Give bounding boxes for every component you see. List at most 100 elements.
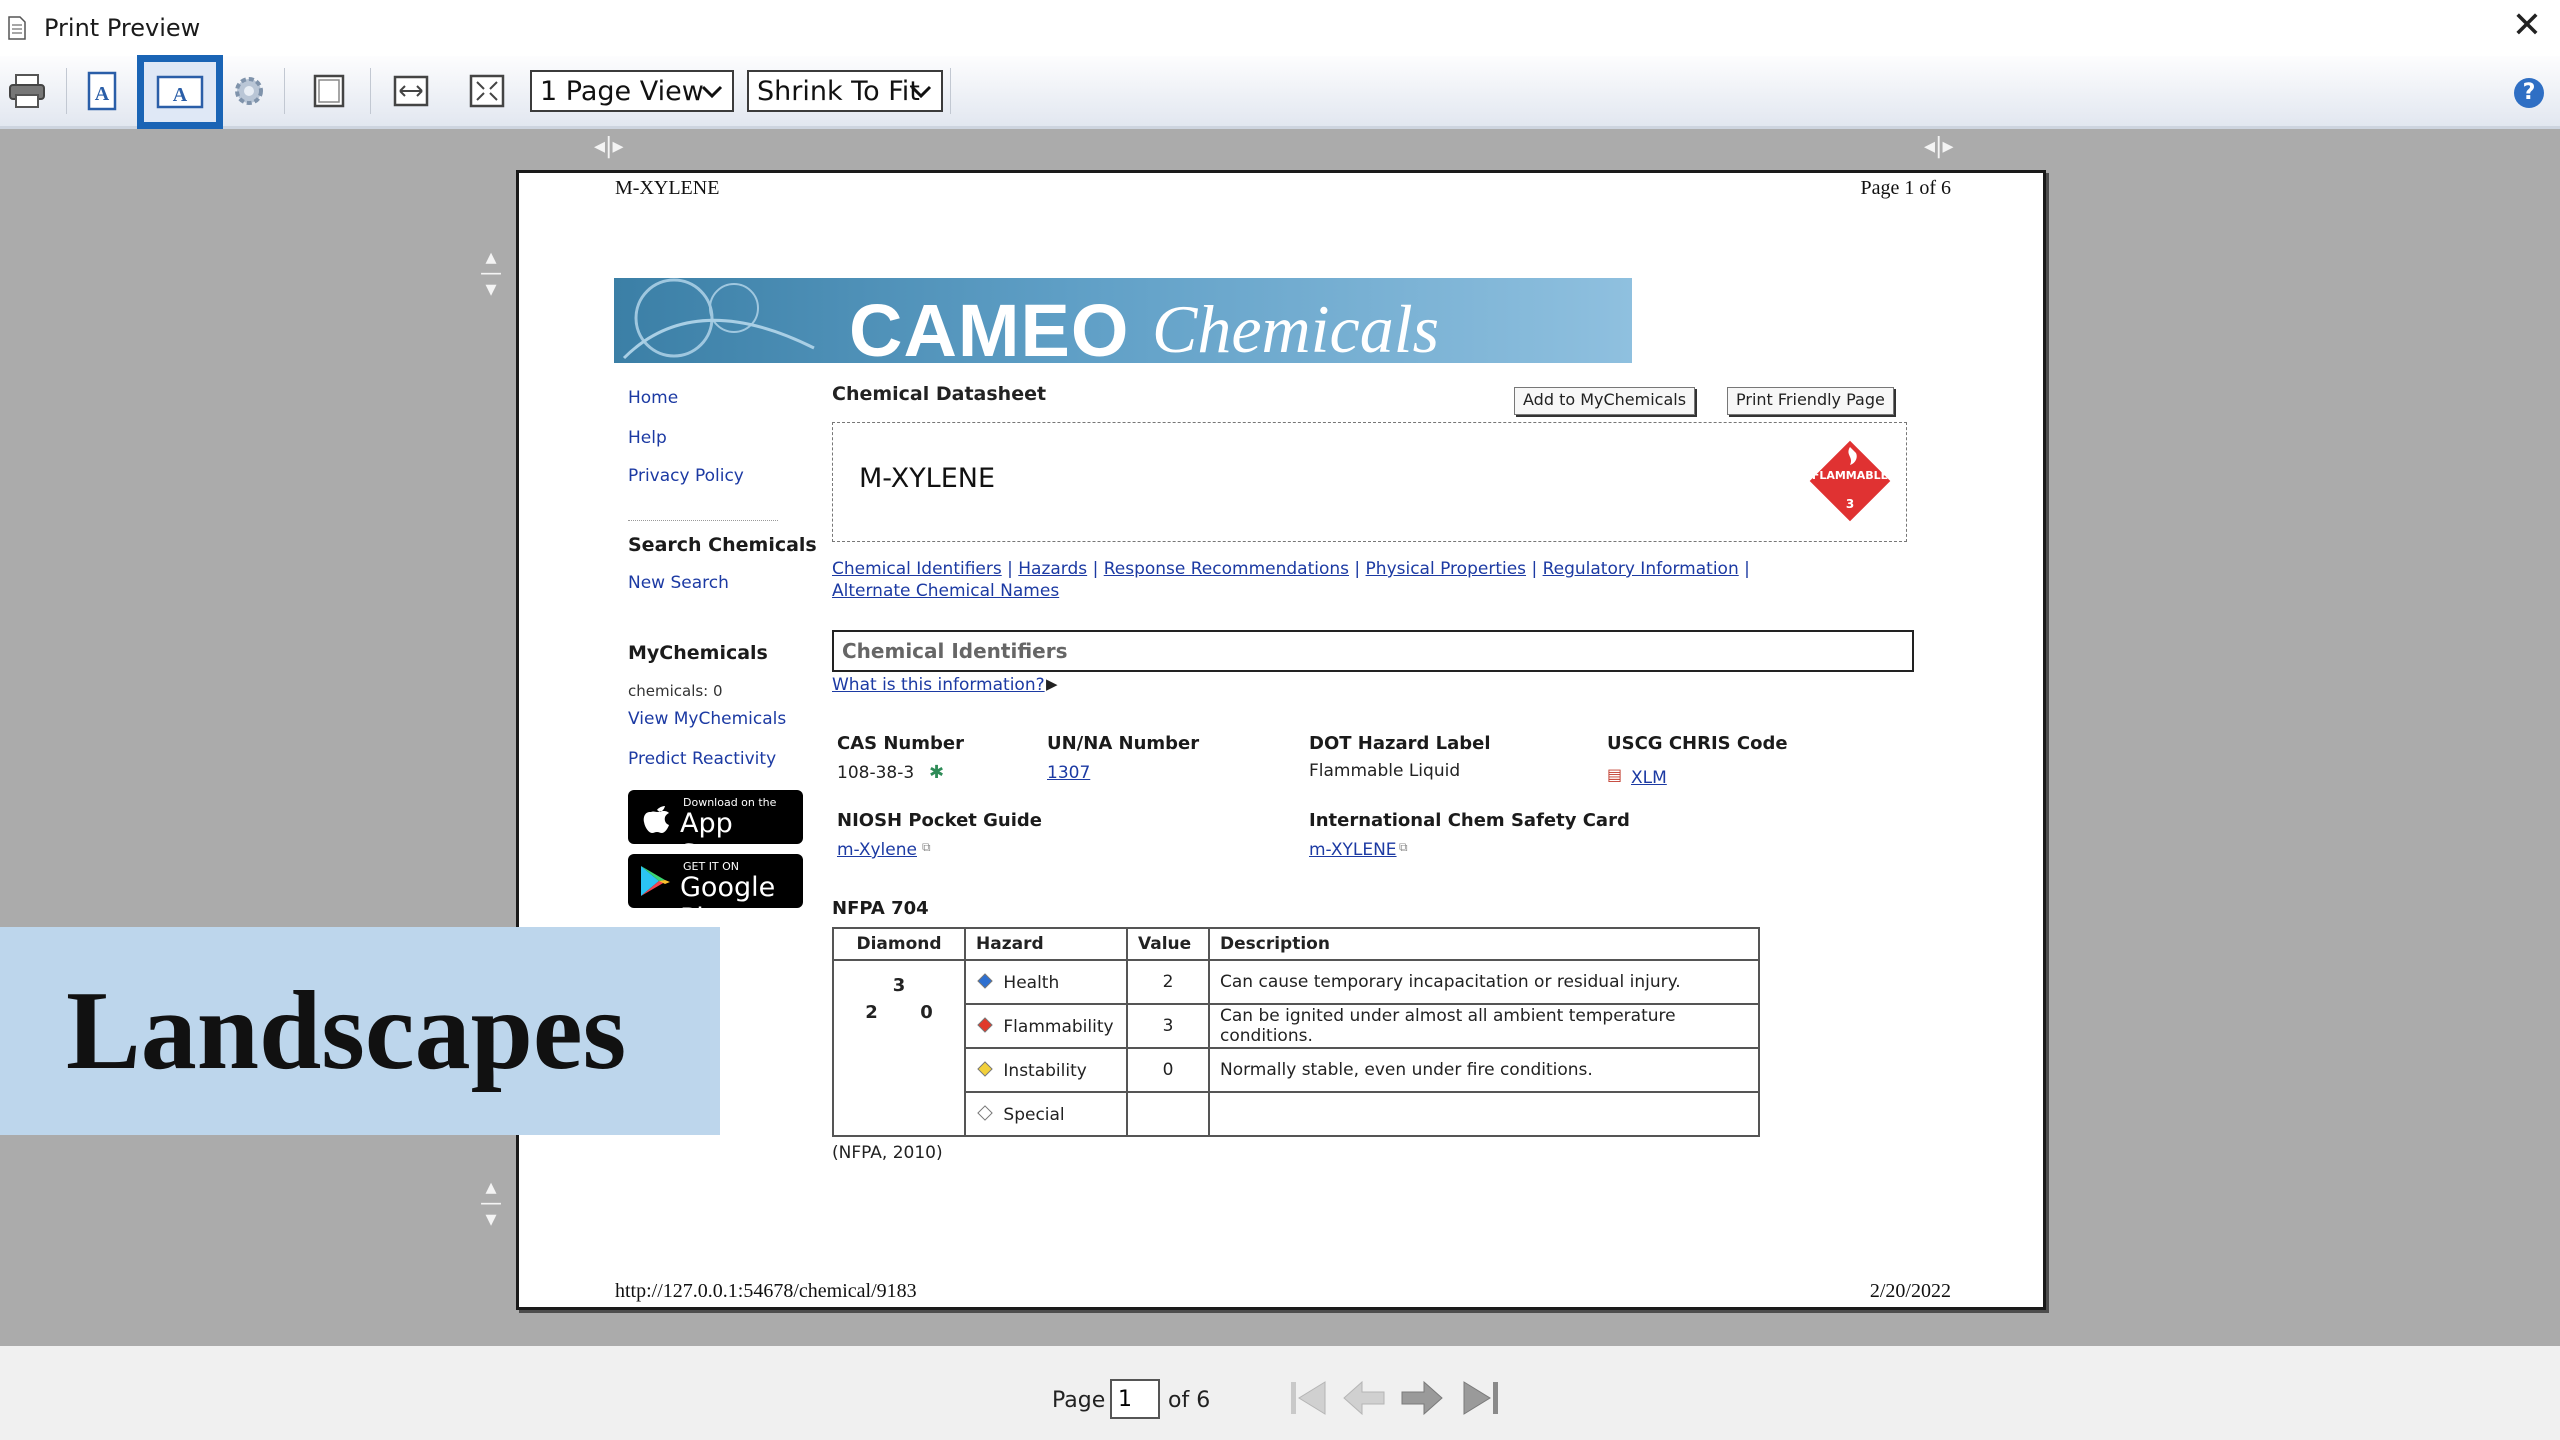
link-regulatory-information[interactable]: Regulatory Information bbox=[1543, 559, 1739, 579]
link-chemical-identifiers[interactable]: Chemical Identifiers bbox=[832, 559, 1002, 579]
special-diamond-icon bbox=[976, 1104, 998, 1125]
link-alternate-chemical-names[interactable]: Alternate Chemical Names bbox=[832, 581, 1059, 601]
left-margin-handle[interactable]: ◂|▸ bbox=[594, 134, 624, 159]
svg-text:A: A bbox=[95, 83, 110, 105]
close-icon[interactable]: ✕ bbox=[2512, 8, 2542, 44]
fit-width-icon bbox=[393, 75, 429, 107]
table-row: Special bbox=[833, 1091, 1760, 1137]
toolbar: A A 1 Page View Shrink To Fit ? bbox=[0, 55, 2560, 129]
external-link-icon: ⧉ bbox=[1399, 840, 1408, 854]
next-page-button[interactable] bbox=[1398, 1376, 1446, 1420]
page-footer-url: http://127.0.0.1:54678/chemical/9183 bbox=[615, 1280, 917, 1302]
top-margin-handle[interactable]: ▴ — ▾ bbox=[480, 247, 502, 301]
first-page-button[interactable] bbox=[1285, 1376, 1333, 1420]
zoom-select[interactable]: Shrink To Fit bbox=[747, 70, 943, 112]
page-number-value: 1 bbox=[1118, 1387, 1132, 1412]
search-chemicals-heading: Search Chemicals bbox=[628, 534, 817, 556]
hazard-cell: Instability bbox=[964, 1047, 1128, 1093]
page-header-number: Page 1 of 6 bbox=[1860, 177, 1951, 199]
chemical-name: M-XYLENE bbox=[859, 463, 996, 494]
fit-width-button[interactable] bbox=[384, 64, 438, 118]
table-header: Description bbox=[1208, 927, 1760, 961]
print-button[interactable] bbox=[0, 64, 54, 118]
window-title: Print Preview bbox=[44, 14, 201, 42]
arrow-right-icon bbox=[1401, 1380, 1443, 1416]
link-separator: | bbox=[1531, 559, 1538, 579]
last-page-icon bbox=[1463, 1381, 1498, 1415]
link-separator: | bbox=[1092, 559, 1099, 579]
hazard-value: 3 bbox=[1126, 1003, 1210, 1049]
google-play-icon bbox=[641, 866, 670, 896]
hazard-name: Special bbox=[1003, 1104, 1065, 1125]
link-physical-properties[interactable]: Physical Properties bbox=[1366, 559, 1526, 579]
app-store-badge[interactable]: Download on the App Store bbox=[628, 790, 803, 870]
add-to-mychemicals-button[interactable]: Add to MyChemicals bbox=[1514, 387, 1696, 415]
chevron-down-icon bbox=[700, 72, 724, 124]
banner-decoration-icon bbox=[622, 278, 815, 360]
portrait-button[interactable]: A bbox=[75, 64, 129, 118]
sidebar-item-home[interactable]: Home bbox=[628, 388, 678, 408]
dot-hazard-label: DOT Hazard Label bbox=[1309, 733, 1491, 754]
what-is-this-link[interactable]: What is this information? bbox=[832, 675, 1045, 695]
molecule-icon: ✱ bbox=[929, 762, 945, 783]
sidebar-item-privacy[interactable]: Privacy Policy bbox=[628, 466, 744, 486]
flammability-diamond-icon bbox=[976, 1016, 998, 1037]
unna-number-label: UN/NA Number bbox=[1047, 733, 1200, 754]
link-response-recommendations[interactable]: Response Recommendations bbox=[1104, 559, 1349, 579]
banner-chemicals-text: Chemicals bbox=[1152, 291, 1440, 363]
page-view-value: 1 Page View bbox=[540, 76, 704, 107]
full-width-button[interactable] bbox=[302, 64, 356, 118]
play-arrow-icon: ▶ bbox=[1046, 675, 1058, 693]
niosh-guide-link[interactable]: m-Xylene bbox=[837, 840, 917, 860]
cameo-banner: CAMEO Chemicals bbox=[614, 278, 1632, 363]
link-separator: | bbox=[1744, 559, 1750, 579]
page-number-input[interactable]: 1 bbox=[1110, 1379, 1160, 1419]
fit-page-icon bbox=[469, 74, 505, 108]
link-separator: | bbox=[1007, 559, 1013, 579]
cas-number-value: 108-38-3 bbox=[837, 763, 915, 783]
toolbar-separator bbox=[950, 68, 951, 114]
sidebar-item-view-mychemicals[interactable]: View MyChemicals bbox=[628, 709, 786, 729]
uscg-chris-link[interactable]: XLM bbox=[1631, 768, 1667, 788]
page-header-title: M-XYLENE bbox=[615, 177, 720, 199]
help-icon[interactable]: ? bbox=[2514, 78, 2544, 108]
page-label: Page bbox=[1052, 1388, 1106, 1413]
google-play-big-text: Google Play bbox=[680, 872, 776, 934]
last-page-button[interactable] bbox=[1456, 1376, 1504, 1420]
sidebar-item-help[interactable]: Help bbox=[628, 428, 667, 448]
google-play-badge[interactable]: GET IT ON Google Play bbox=[628, 854, 803, 934]
hazard-cell: Flammability bbox=[964, 1003, 1128, 1049]
bottom-margin-handle[interactable]: ▴ — ▾ bbox=[480, 1177, 502, 1231]
uscg-chris-label: USCG CHRIS Code bbox=[1607, 733, 1788, 754]
icsc-link[interactable]: m-XYLENE bbox=[1309, 840, 1397, 860]
right-margin-handle[interactable]: ◂|▸ bbox=[1924, 134, 1954, 159]
preview-page: M-XYLENE Page 1 of 6 CAMEO Chemicals Hom… bbox=[516, 170, 2046, 1310]
link-hazards[interactable]: Hazards bbox=[1018, 559, 1087, 579]
table-row: Instability 0 Normally stable, even unde… bbox=[833, 1047, 1760, 1093]
previous-page-button[interactable] bbox=[1340, 1376, 1388, 1420]
unna-number-link[interactable]: 1307 bbox=[1047, 763, 1090, 783]
document-icon bbox=[8, 16, 26, 40]
page-footer-date: 2/20/2022 bbox=[1869, 1280, 1951, 1302]
page-setup-button[interactable] bbox=[222, 64, 276, 118]
arrow-left-icon bbox=[1343, 1380, 1385, 1416]
section-heading-text: Chemical Identifiers bbox=[842, 639, 1068, 663]
table-row: Flammability 3 Can be ignited under almo… bbox=[833, 1003, 1760, 1049]
print-friendly-button[interactable]: Print Friendly Page bbox=[1727, 387, 1894, 415]
apple-icon bbox=[643, 806, 669, 833]
table-header-row: Diamond Hazard Value Description bbox=[832, 927, 1760, 961]
title-bar: Print Preview ✕ bbox=[0, 0, 2560, 56]
sidebar-item-predict-reactivity[interactable]: Predict Reactivity bbox=[628, 749, 776, 769]
table-header: Hazard bbox=[964, 927, 1128, 961]
sidebar-item-new-search[interactable]: New Search bbox=[628, 573, 729, 593]
hazard-name: Health bbox=[1003, 972, 1060, 993]
table-row: 3 2 0 Health 2 Can cause temporary incap… bbox=[832, 959, 1760, 1137]
banner-cameo-text: CAMEO bbox=[849, 289, 1130, 363]
page-view-select[interactable]: 1 Page View bbox=[530, 70, 734, 112]
zoom-value: Shrink To Fit bbox=[757, 76, 920, 107]
nfpa-diamond-cell: 3 2 0 bbox=[832, 959, 966, 1137]
placard-text: FLAMMABLE bbox=[1811, 469, 1889, 482]
landscape-button[interactable]: A bbox=[137, 55, 223, 129]
whole-page-button[interactable] bbox=[460, 64, 514, 118]
hazard-value bbox=[1126, 1091, 1210, 1137]
